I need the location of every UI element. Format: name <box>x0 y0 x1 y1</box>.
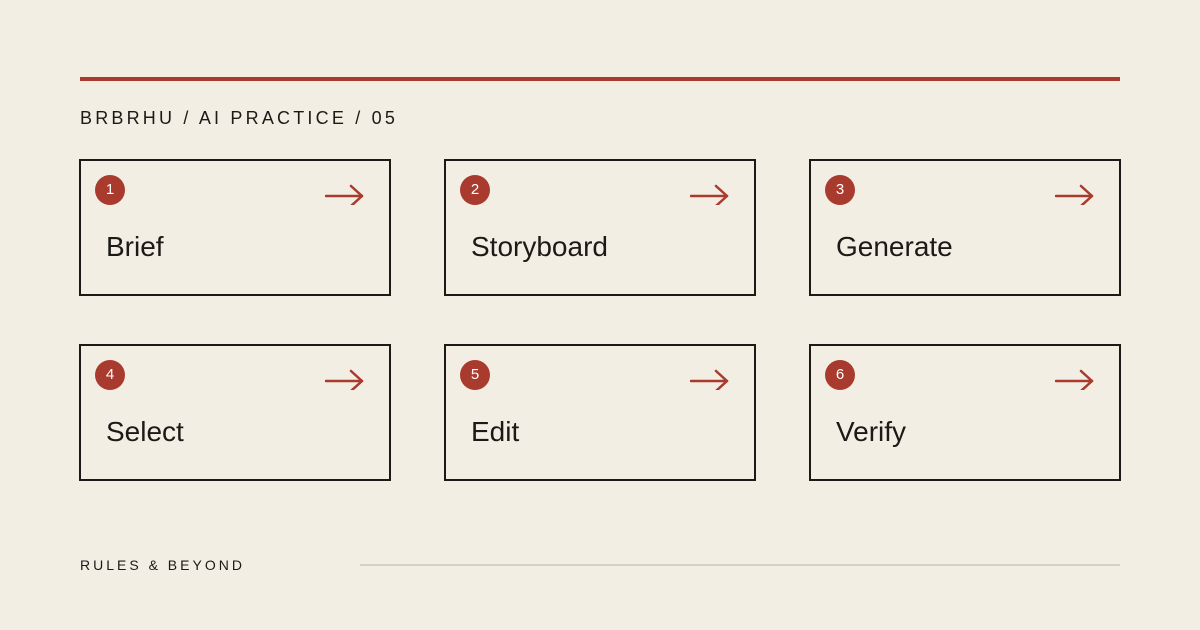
step-number-badge: 5 <box>460 360 490 390</box>
step-number-badge: 2 <box>460 175 490 205</box>
arrow-right-icon <box>690 184 729 205</box>
step-number-badge: 3 <box>825 175 855 205</box>
step-card-5: 5 Edit <box>444 344 756 481</box>
step-card-3: 3 Generate <box>809 159 1121 296</box>
arrow-right-icon <box>690 369 729 390</box>
step-number-badge: 1 <box>95 175 125 205</box>
step-card-4: 4 Select <box>79 344 391 481</box>
step-label: Storyboard <box>471 231 608 262</box>
step-number-badge: 6 <box>825 360 855 390</box>
arrow-right-icon <box>1055 184 1094 205</box>
arrow-right-icon <box>325 369 364 390</box>
step-card-1: 1 Brief <box>79 159 391 296</box>
section-kicker: BRBRHU / AI PRACTICE / 05 <box>80 108 399 128</box>
step-label: Verify <box>836 416 907 447</box>
step-label: Brief <box>106 231 164 262</box>
step-label: Edit <box>471 416 520 447</box>
step-label: Generate <box>836 231 953 262</box>
footer-label: RULES & BEYOND <box>80 557 245 573</box>
step-card-2: 2 Storyboard <box>444 159 756 296</box>
arrow-right-icon <box>325 184 364 205</box>
arrow-right-icon <box>1055 369 1094 390</box>
step-number-badge: 4 <box>95 360 125 390</box>
top-accent-rule <box>80 77 1120 81</box>
footer-divider <box>360 564 1120 566</box>
step-card-6: 6 Verify <box>809 344 1121 481</box>
step-label: Select <box>106 416 184 447</box>
